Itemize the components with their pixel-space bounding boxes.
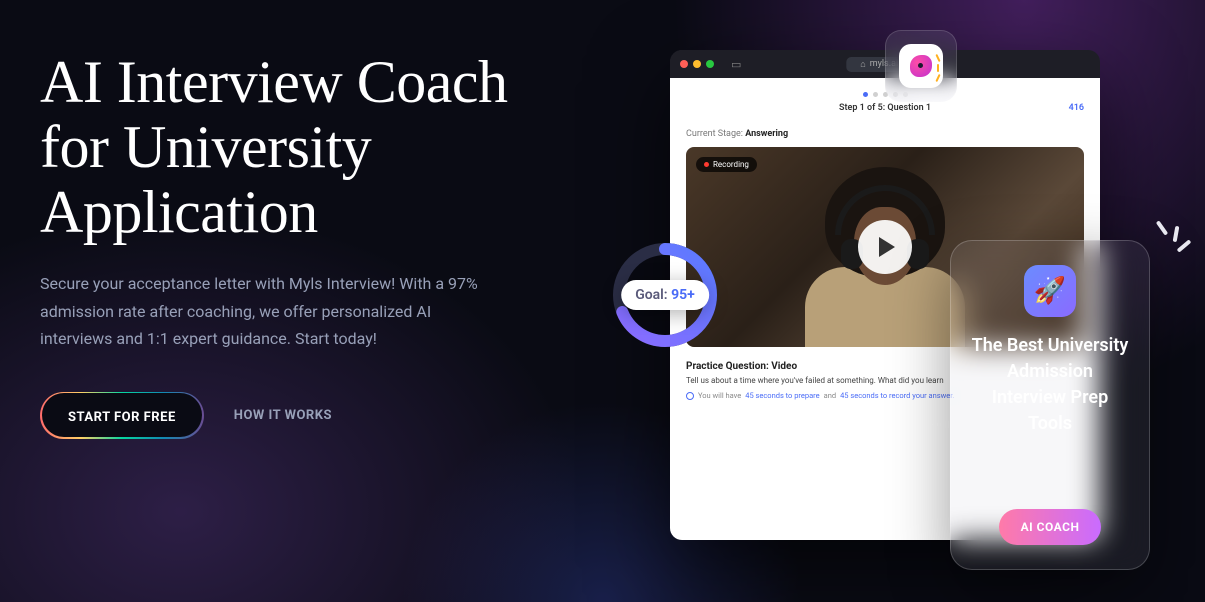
close-icon	[680, 60, 688, 68]
hero-headline: AI Interview Coach for University Applic…	[40, 50, 540, 244]
cta-row: START FOR FREE HOW IT WORKS	[40, 392, 540, 439]
pager-dot	[873, 92, 878, 97]
minimize-icon	[693, 60, 701, 68]
logo-icon	[899, 44, 943, 88]
step-count: 416	[1069, 103, 1084, 113]
promo-title: The Best University Admission Interview …	[969, 333, 1131, 437]
goal-ring: Goal: 95+	[610, 240, 720, 350]
hero-subtext: Secure your acceptance letter with Myls …	[40, 270, 480, 352]
promo-card: 🚀 The Best University Admission Intervie…	[950, 240, 1150, 570]
recording-dot-icon	[704, 162, 709, 167]
rocket-icon: 🚀	[1034, 276, 1066, 306]
stage-row: Current Stage: Answering	[686, 129, 1084, 139]
step-label: Step 1 of 5: Question 1 416	[686, 103, 1084, 113]
promo-icon: 🚀	[1024, 265, 1076, 317]
goal-label: Goal:	[635, 287, 667, 303]
illustration-area: ▭ ⌂ myls.ai ⟳ Step 1 of 5: Question 1	[540, 40, 1205, 562]
lock-icon: ⌂	[860, 59, 865, 70]
start-for-free-button[interactable]: START FOR FREE	[40, 392, 204, 439]
stage-label: Current Stage:	[686, 129, 743, 139]
start-for-free-label: START FOR FREE	[68, 410, 176, 425]
pager-dot	[863, 92, 868, 97]
how-it-works-button[interactable]: HOW IT WORKS	[234, 408, 332, 423]
hero-section: AI Interview Coach for University Applic…	[40, 40, 540, 562]
pager-dots	[686, 92, 1084, 97]
goal-value: 95+	[671, 287, 695, 303]
stage-value: Answering	[745, 129, 788, 139]
sidebar-icon: ▭	[731, 58, 741, 71]
maximize-icon	[706, 60, 714, 68]
goal-pill: Goal: 95+	[621, 280, 709, 310]
recording-badge: Recording	[696, 157, 757, 172]
traffic-lights	[680, 60, 714, 68]
recording-label: Recording	[713, 160, 749, 169]
brain-icon	[910, 55, 932, 77]
logo-card	[885, 30, 957, 102]
play-button[interactable]	[858, 220, 912, 274]
rays-icon	[937, 52, 939, 84]
info-icon	[686, 392, 694, 400]
ai-coach-button[interactable]: AI COACH	[999, 509, 1102, 545]
